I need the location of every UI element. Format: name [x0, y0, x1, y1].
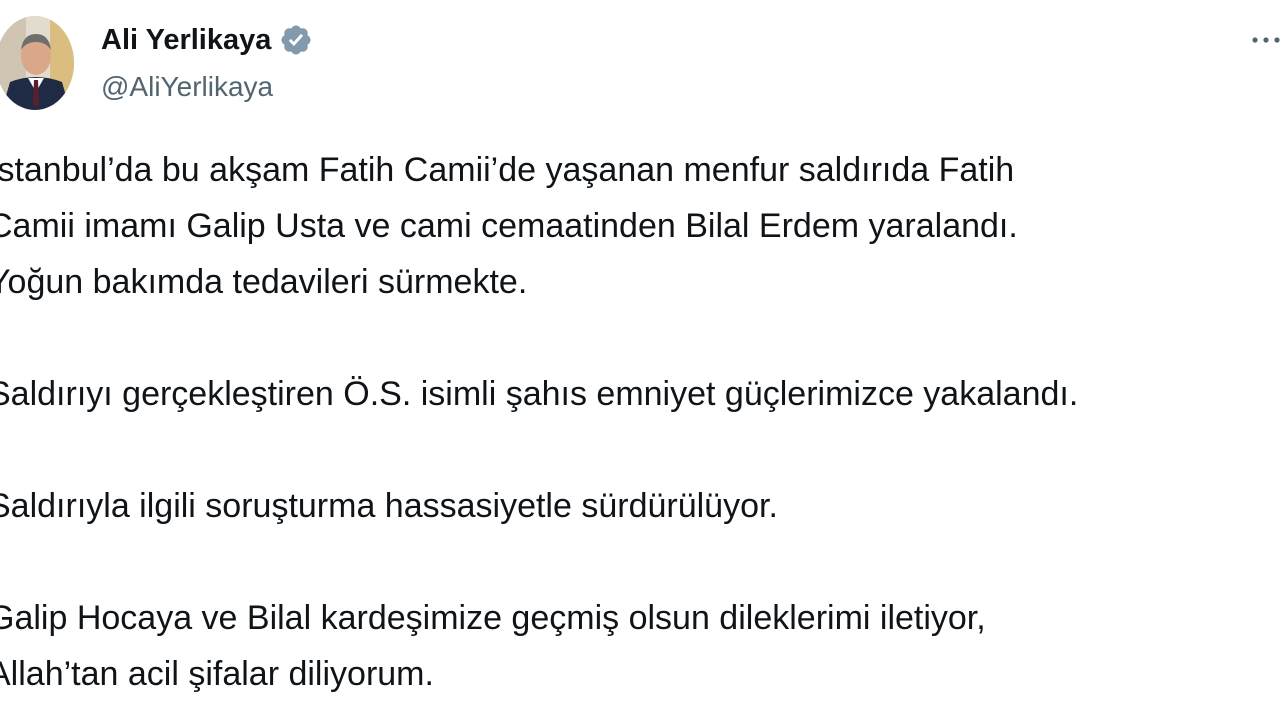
tweet-line: Galip Hocaya ve Bilal kardeşimize geçmiş…	[0, 599, 986, 637]
tweet-line: Saldırıyla ilgili soruşturma hassasiyetl…	[0, 487, 778, 525]
tweet-line: İstanbul’da bu akşam Fatih Camii’de yaşa…	[0, 151, 1015, 189]
tweet-line: Yoğun bakımda tedavileri sürmekte.	[0, 263, 528, 301]
more-options-icon	[1252, 37, 1280, 43]
author-name[interactable]: Ali Yerlikaya	[101, 22, 313, 58]
avatar[interactable]	[0, 16, 74, 110]
tweet-line: Camii imamı Galip Usta ve cami cemaatind…	[0, 207, 1018, 245]
author-name-text: Ali Yerlikaya	[101, 24, 272, 56]
tweet-paragraph: İstanbul’da bu akşam Fatih Camii’de yaşa…	[0, 142, 1280, 310]
tweet-paragraph: Saldırıyla ilgili soruşturma hassasiyetl…	[0, 478, 1280, 534]
tweet-line: Allah’tan acil şifalar diliyorum.	[0, 655, 434, 693]
author-handle[interactable]: @AliYerlikaya	[101, 70, 273, 104]
tweet-line: Saldırıyı gerçekleştiren Ö.S. isimli şah…	[0, 375, 1079, 413]
tweet-paragraph: Galip Hocaya ve Bilal kardeşimize geçmiş…	[0, 590, 1280, 702]
more-options-button[interactable]	[1240, 22, 1280, 58]
tweet-paragraph: Saldırıyı gerçekleştiren Ö.S. isimli şah…	[0, 366, 1280, 422]
tweet-text: İstanbul’da bu akşam Fatih Camii’de yaşa…	[0, 142, 1280, 702]
verified-badge-icon	[279, 23, 313, 57]
